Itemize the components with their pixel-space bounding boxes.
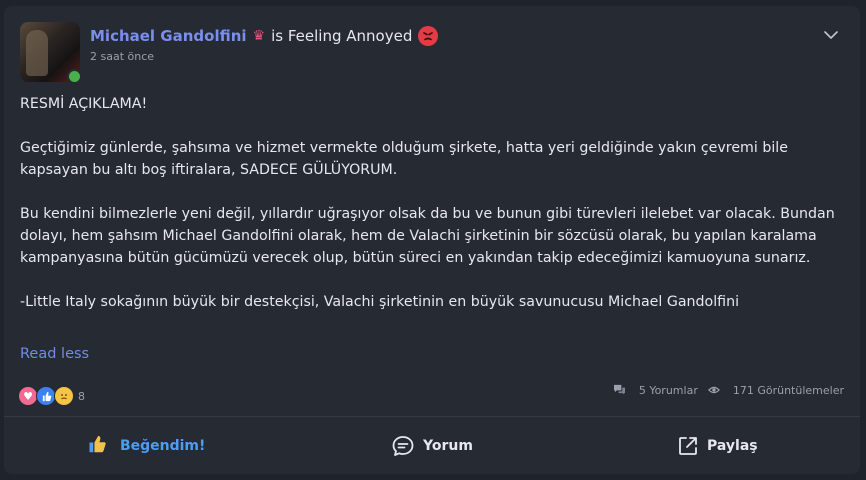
comment-count-label: 5 Yorumlar — [638, 384, 698, 397]
share-label: Paylaş — [707, 437, 758, 454]
share-icon — [679, 436, 697, 455]
avatar-image — [26, 30, 48, 76]
comment-count[interactable]: 5 Yorumlar — [613, 384, 698, 397]
like-label: Beğendim! — [119, 437, 206, 454]
online-status-icon — [67, 69, 82, 84]
thumbs-up-icon — [36, 386, 56, 406]
sad-face-icon — [54, 386, 74, 406]
post-timestamp: 2 saat önce — [90, 50, 155, 63]
name-line: Michael Gandolfini ♛ is Feeling Annoyed — [90, 26, 439, 46]
heart-icon: ♥ — [18, 386, 38, 406]
feeling-text: is Feeling Annoyed — [271, 27, 413, 45]
post-paragraph: Bu kendini bilmezlerle yeni değil, yılla… — [20, 206, 835, 266]
reactions-summary[interactable]: ♥ 8 — [18, 386, 85, 406]
like-button[interactable]: Beğendim! — [4, 417, 289, 474]
chevron-down-icon[interactable] — [824, 28, 838, 44]
post-actions: Beğendim! Yorum Paylaş — [4, 417, 860, 474]
view-count: 171 Görüntülemeler — [707, 384, 844, 397]
angry-face-icon — [418, 26, 439, 46]
comment-button[interactable]: Yorum — [289, 417, 574, 474]
comment-label: Yorum — [423, 437, 473, 454]
read-less-link[interactable]: Read less — [20, 346, 89, 362]
share-button[interactable]: Paylaş — [575, 417, 860, 474]
reaction-count: 8 — [78, 389, 85, 403]
post-card: Michael Gandolfini ♛ is Feeling Annoyed … — [4, 6, 860, 474]
comments-icon — [613, 384, 625, 395]
crown-icon: ♛ — [252, 28, 266, 44]
view-count-label: 171 Görüntülemeler — [732, 384, 844, 397]
author-name[interactable]: Michael Gandolfini — [90, 27, 247, 45]
post-stats: 5 Yorumlar 171 Görüntülemeler — [603, 384, 844, 397]
avatar[interactable] — [20, 22, 82, 84]
post-header: Michael Gandolfini ♛ is Feeling Annoyed … — [20, 22, 439, 84]
eye-icon — [707, 386, 720, 394]
post-paragraph: Geçtiğimiz günlerde, şahsıma ve hizmet v… — [20, 140, 788, 178]
post-meta: Michael Gandolfini ♛ is Feeling Annoyed … — [90, 22, 439, 82]
chat-bubble-icon — [392, 435, 414, 456]
post-signature: -Little Italy sokağının büyük bir destek… — [20, 294, 740, 310]
thumbs-up-icon — [88, 435, 114, 457]
post-body: RESMİ AÇIKLAMA! Geçtiğimiz günlerde, şah… — [20, 93, 840, 335]
post-heading: RESMİ AÇIKLAMA! — [20, 96, 148, 112]
